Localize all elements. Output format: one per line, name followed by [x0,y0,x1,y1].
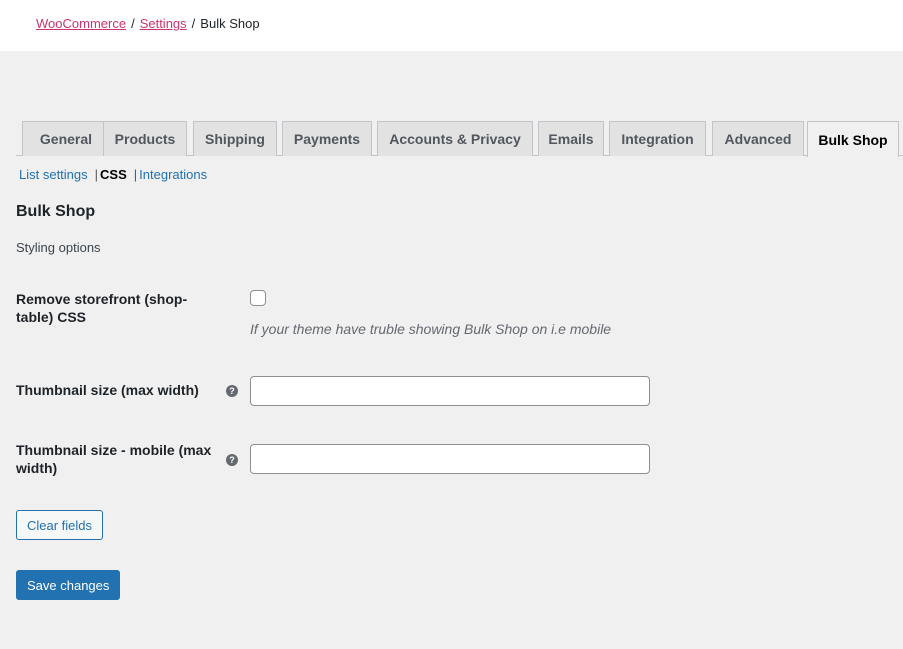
tab-accounts-privacy[interactable]: Accounts & Privacy [377,121,533,156]
subnav-list-settings[interactable]: List settings [19,167,88,182]
subnav-separator: | [133,167,138,182]
subnav-css[interactable]: CSS [100,167,127,182]
section-title: Bulk Shop [16,203,96,220]
thumbnail-size-input[interactable] [250,376,650,406]
settings-tabs: General Products Shipping Payments Accou… [16,121,903,157]
tab-products[interactable]: Products [103,121,187,156]
top-header-bar: WooCommerce / Settings / Bulk Shop [0,0,903,51]
help-icon[interactable]: ? [226,385,238,397]
tab-emails[interactable]: Emails [538,121,604,156]
thumbnail-size-mobile-input[interactable] [250,444,650,474]
remove-css-checkbox[interactable] [250,290,266,306]
breadcrumb: WooCommerce / Settings / Bulk Shop [36,16,260,31]
breadcrumb-current: Bulk Shop [200,16,260,31]
remove-css-label: Remove storefront (shop-table) CSS [16,291,188,325]
clear-fields-button[interactable]: Clear fields [16,510,104,540]
breadcrumb-separator: / [191,16,196,31]
subnav-separator: | [94,167,99,182]
tab-shipping[interactable]: Shipping [193,121,277,156]
thumbnail-size-label: Thumbnail size (max width) [16,382,199,398]
save-changes-button[interactable]: Save changes [16,570,121,600]
breadcrumb-settings[interactable]: Settings [140,16,187,31]
help-icon[interactable]: ? [226,454,238,466]
remove-css-description: If your theme have truble showing Bulk S… [250,321,612,337]
breadcrumb-separator: / [131,16,135,31]
tab-payments[interactable]: Payments [282,121,372,156]
tab-general[interactable]: General [22,121,110,156]
tab-integration[interactable]: Integration [609,121,706,156]
tab-bulk-shop[interactable]: Bulk Shop [807,121,899,157]
subnav-integrations[interactable]: Integrations [139,167,207,182]
thumbnail-size-mobile-label: Thumbnail size - mobile (max width) [16,442,212,476]
tab-advanced[interactable]: Advanced [712,121,804,156]
section-description: Styling options [16,240,101,255]
breadcrumb-woocommerce[interactable]: WooCommerce [36,16,126,31]
sub-navigation: List settings | CSS | Integrations [19,167,207,182]
